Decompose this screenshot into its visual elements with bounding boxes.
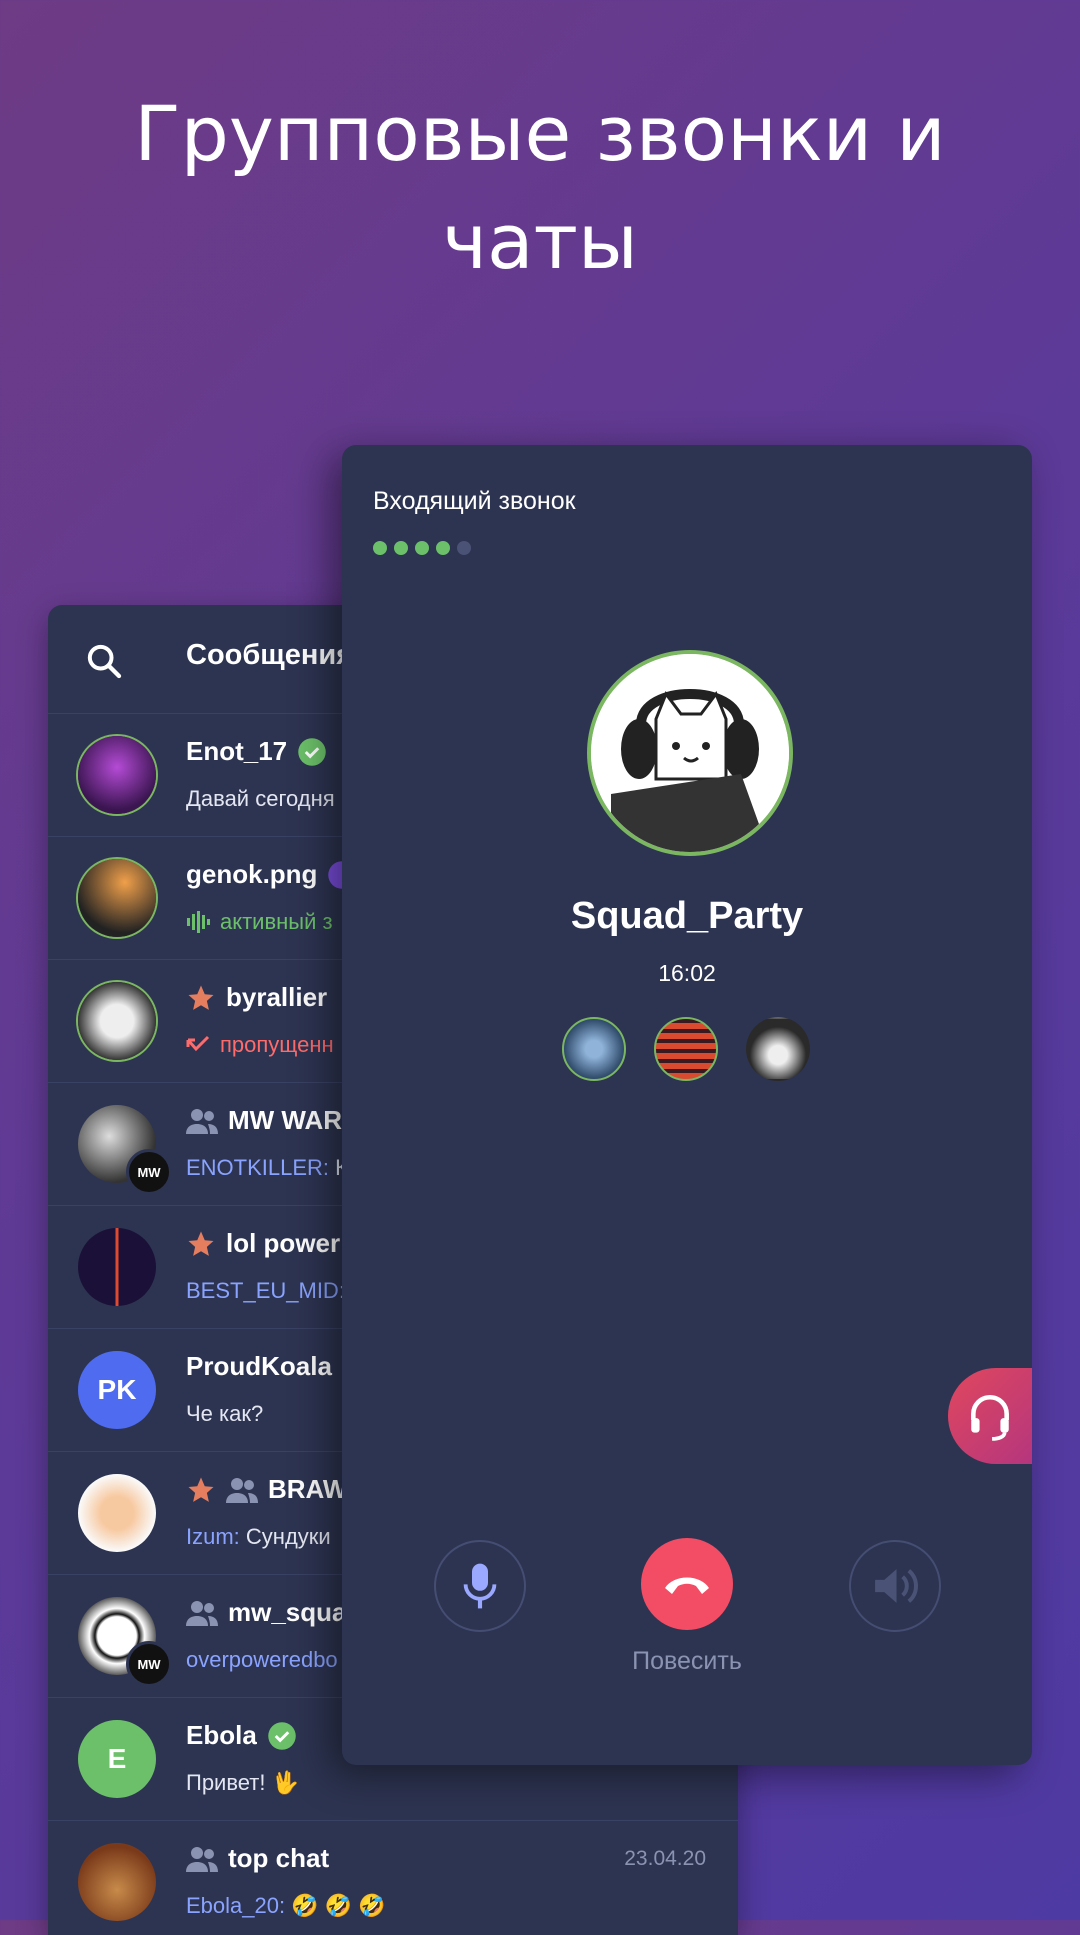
star-icon (188, 1231, 214, 1256)
headline: Групповые звонки и чаты (0, 80, 1080, 296)
headline-line1: Групповые звонки и (134, 89, 946, 178)
missed-call-icon (186, 1035, 210, 1052)
chat-sender: BEST_EU_MID: (186, 1278, 345, 1303)
avatar-badge: MW (126, 1641, 172, 1687)
chat-sender: Izum: (186, 1524, 240, 1549)
group-icon (186, 1600, 218, 1626)
chat-name: BRAW (268, 1474, 348, 1504)
hangup-label: Повесить (632, 1647, 742, 1675)
chat-preview: пропущенн (220, 1032, 334, 1057)
avatar: PK (78, 1351, 156, 1429)
mute-button[interactable] (434, 1540, 526, 1632)
chat-name: byrallier (226, 982, 328, 1012)
chat-sender: ENOTKILLER: (186, 1155, 330, 1180)
speaker-icon (875, 1569, 918, 1603)
chat-preview: Сундуки (245, 1524, 331, 1549)
participant-avatar[interactable] (746, 1017, 810, 1081)
chat-preview: Давай сегодня (186, 786, 335, 811)
call-time: 16:02 (658, 960, 716, 986)
chat-preview: Че как? (186, 1401, 264, 1426)
signal-dot (457, 541, 471, 555)
group-icon (226, 1477, 258, 1503)
incoming-call-panel: Входящий звонок Squad_Party 16:02 Повеси… (342, 445, 1032, 1765)
verified-icon (268, 1721, 296, 1750)
chat-preview: активный з (220, 909, 333, 934)
avatar (78, 736, 156, 814)
signal-dots (373, 541, 471, 555)
chat-sender: Ebola_20: (186, 1893, 286, 1918)
voice-wave-icon (187, 911, 210, 933)
signal-dot (436, 541, 450, 555)
chat-date: 23.04.20 (624, 1847, 706, 1870)
chat-preview: 🤣 🤣 🤣 (291, 1893, 386, 1918)
chat-row-top-chat[interactable]: top chat 23.04.20 Ebola_20: 🤣 🤣 🤣 (48, 1821, 738, 1935)
group-icon (186, 1108, 218, 1134)
chat-name: Enot_17 (186, 736, 288, 766)
star-icon (188, 985, 214, 1010)
avatar (78, 1843, 156, 1921)
headline-line2: чаты (442, 197, 638, 286)
signal-dot (415, 541, 429, 555)
signal-dot (394, 541, 408, 555)
chat-name: genok.png (186, 859, 318, 889)
verified-icon (298, 737, 326, 766)
avatar (78, 1474, 156, 1552)
call-name: Squad_Party (570, 895, 804, 937)
hangup-button[interactable] (641, 1538, 733, 1630)
phone-hangup-icon (665, 1577, 709, 1594)
group-icon (186, 1846, 218, 1872)
avatar (78, 859, 156, 937)
chat-name: lol power (226, 1228, 341, 1258)
chat-name: Ebola (186, 1720, 257, 1750)
signal-dot (373, 541, 387, 555)
search-icon[interactable] (84, 641, 124, 681)
microphone-icon (463, 1563, 497, 1609)
avatar-badge: MW (126, 1149, 172, 1195)
avatar (78, 982, 156, 1060)
avatar: E (78, 1720, 156, 1798)
headset-icon (971, 1394, 1009, 1441)
chat-name: top chat (228, 1843, 330, 1873)
call-status: Входящий звонок (373, 487, 576, 515)
chat-list-title: Сообщения (186, 639, 354, 671)
chat-name: mw_squa (228, 1597, 347, 1627)
chat-preview: Привет! 🖖 (186, 1770, 299, 1795)
chat-name: MW WAR (228, 1105, 343, 1135)
participant-avatar[interactable] (562, 1017, 626, 1081)
star-icon (188, 1477, 214, 1502)
participants (562, 1017, 810, 1081)
chat-name: ProudKoala (186, 1351, 332, 1381)
participant-avatar[interactable] (654, 1017, 718, 1081)
avatar (78, 1228, 156, 1306)
cat-headphones-image (591, 654, 789, 852)
chat-sender: overpoweredbo (186, 1647, 338, 1672)
speaker-button[interactable] (849, 1540, 941, 1632)
call-avatar (587, 650, 793, 856)
